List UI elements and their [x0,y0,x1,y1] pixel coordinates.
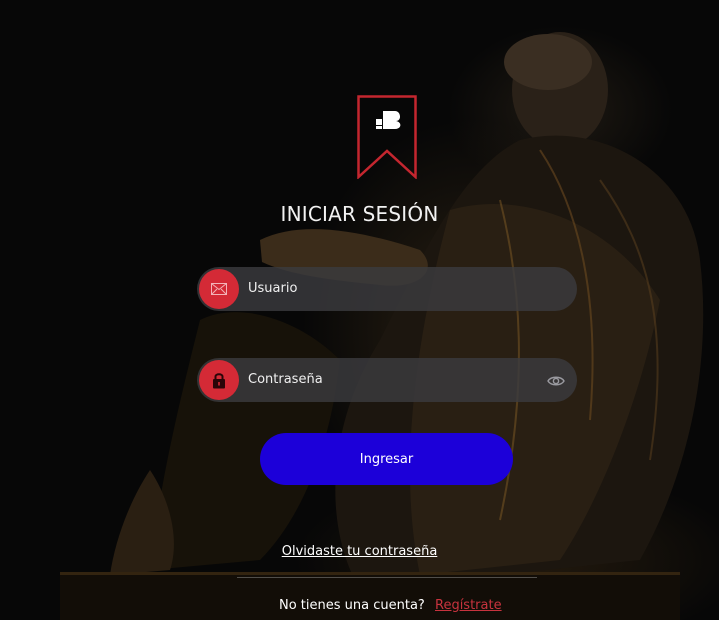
login-button[interactable]: Ingresar [260,433,513,485]
lock-icon [199,360,239,400]
signup-link[interactable]: Regístrate [435,598,502,613]
signup-prompt: No tienes una cuenta? [279,598,425,613]
username-field[interactable]: Usuario [197,267,577,311]
bookmark-logo [357,95,417,180]
password-field[interactable]: Contraseña [197,358,577,402]
password-placeholder: Contraseña [248,372,323,387]
username-placeholder: Usuario [248,281,298,296]
eye-icon[interactable] [547,373,565,387]
envelope-icon [199,269,239,309]
forgot-password-link[interactable]: Olvidaste tu contraseña [0,544,719,559]
page-title: INICIAR SESIÓN [280,202,439,226]
divider [237,577,537,578]
